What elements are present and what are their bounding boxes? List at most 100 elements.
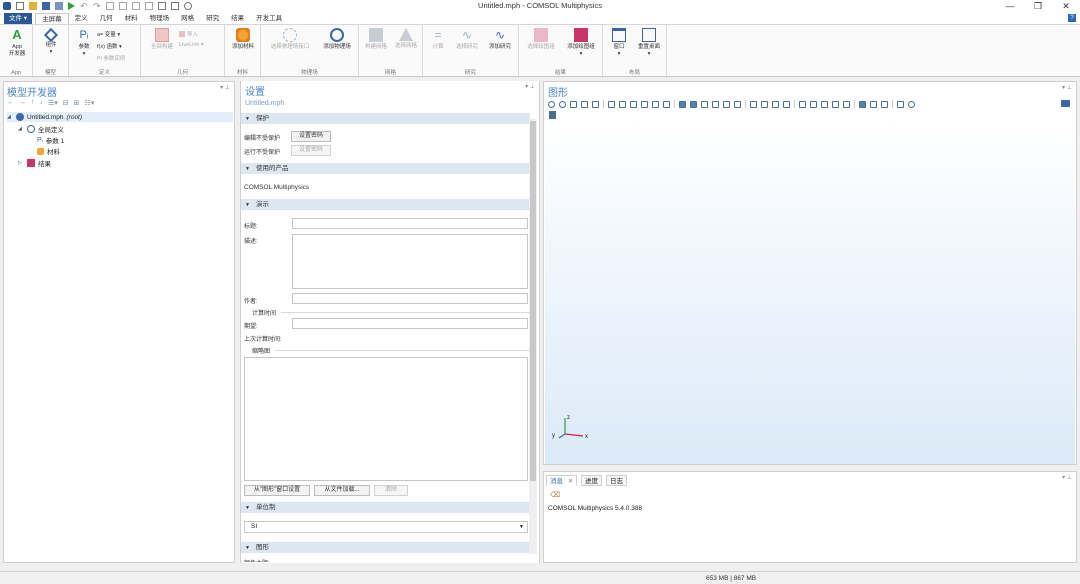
parameters-button[interactable]: Pᵢ 参数 ▾ — [73, 28, 95, 57]
select-boundary-icon[interactable] — [690, 100, 697, 108]
tab-file[interactable]: 文件 ▾ — [4, 13, 33, 24]
tree-item-parameters[interactable]: Pᵢ 参数 1 — [37, 135, 64, 146]
color-icon[interactable] — [897, 100, 904, 108]
tab-log[interactable]: 日志 — [606, 475, 627, 486]
section-products[interactable]: ▼ 使用的产品 — [241, 163, 530, 174]
select-all-icon[interactable] — [723, 100, 730, 108]
add-material-button[interactable]: 添加材料 — [227, 28, 259, 51]
view-xy-icon[interactable] — [619, 100, 626, 108]
lighting-icon[interactable] — [870, 100, 877, 108]
save-icon[interactable] — [42, 2, 50, 10]
camera-settings-icon[interactable] — [881, 100, 888, 108]
report-icon[interactable] — [171, 2, 179, 10]
view-zx-icon[interactable] — [641, 100, 648, 108]
zoom-icon[interactable] — [184, 2, 192, 10]
scene-light-icon[interactable] — [859, 100, 866, 108]
render-icon[interactable] — [810, 100, 817, 108]
reset-view-icon[interactable] — [663, 100, 670, 108]
collapse-icon[interactable]: ⊟ — [63, 99, 69, 107]
zoom-in-icon[interactable] — [548, 100, 555, 108]
wireframe-icon[interactable] — [783, 100, 790, 108]
component-button[interactable]: 组件 ▾ — [37, 27, 65, 55]
expected-time-input[interactable] — [292, 318, 528, 329]
add-study-button[interactable]: ∿ 添加研究 — [484, 28, 516, 51]
tab-results[interactable]: 结果 — [225, 13, 250, 24]
tree-item-materials[interactable]: 材料 — [37, 146, 60, 156]
reset-desktop-button[interactable]: 重置桌面 ▾ — [633, 28, 665, 57]
select-mesh-button[interactable]: 选择网格 — [392, 28, 420, 50]
section-protection[interactable]: ▼ 保护 — [241, 113, 530, 124]
tree-view-icon[interactable]: ☷▾ — [85, 99, 95, 107]
tree-item-global-definitions[interactable]: ◢ 全局定义 — [18, 124, 64, 134]
zoom-selected-icon[interactable] — [581, 100, 588, 108]
section-graphics[interactable]: ▼ 图形 — [241, 542, 530, 553]
settings-scrollbar[interactable] — [529, 119, 537, 554]
link-icon[interactable] — [799, 100, 806, 108]
import-button[interactable]: 导入 — [179, 30, 198, 38]
pin-icon[interactable]: ▾ ⊥ — [220, 84, 230, 91]
pin-icon[interactable]: ▾ ⊥ — [1062, 474, 1072, 481]
tab-materials[interactable]: 材料 — [119, 13, 144, 24]
tab-home[interactable]: 主屏幕 — [35, 13, 69, 24]
minimize-button[interactable]: — — [996, 0, 1024, 12]
transparency-icon[interactable] — [772, 100, 779, 108]
set-edit-password-button[interactable]: 设置密码 — [291, 131, 331, 142]
scrollbar-thumb[interactable] — [530, 121, 536, 481]
select-physics-interface-button[interactable]: 选择物理场接口 — [265, 28, 315, 51]
print-icon[interactable] — [549, 111, 556, 119]
maximize-button[interactable]: ❐ — [1024, 0, 1052, 12]
tab-mesh[interactable]: 网格 — [175, 13, 200, 24]
build-mesh-button[interactable]: 构建网格 — [362, 28, 390, 51]
hide-icon[interactable] — [750, 100, 757, 108]
run-icon[interactable] — [68, 2, 75, 10]
labels-icon[interactable] — [832, 100, 839, 108]
new-file-icon[interactable] — [16, 2, 24, 10]
save-as-icon[interactable] — [55, 2, 63, 10]
clear-messages-icon[interactable]: ⌫ — [550, 491, 560, 499]
load-from-file-button[interactable]: 从文件加载... — [314, 485, 370, 496]
copy-icon[interactable] — [106, 2, 114, 10]
close-button[interactable]: ✕ — [1052, 0, 1080, 12]
expand-arrow-icon[interactable]: ▷ — [18, 160, 24, 166]
build-all-button[interactable]: 全部构建 — [145, 28, 179, 51]
select-plot-group-button[interactable]: 选择绘图组 — [522, 28, 560, 51]
help-icon[interactable]: ? — [1068, 14, 1076, 22]
tree-item-results[interactable]: ▷ 结果 — [18, 158, 51, 168]
window-icon[interactable] — [158, 2, 166, 10]
variables-button[interactable]: a= 变量 ▾ — [97, 30, 120, 38]
paste-icon[interactable] — [132, 2, 140, 10]
tab-study[interactable]: 研究 — [200, 13, 225, 24]
show-icon[interactable]: ☰▾ — [48, 99, 58, 107]
down-icon[interactable]: ↓ — [40, 99, 44, 107]
tree-item-root[interactable]: ◢ Untitled.mph (root) — [7, 112, 233, 122]
clear-button[interactable]: 清除 — [374, 485, 408, 496]
windows-button[interactable]: 窗口 ▾ — [606, 28, 632, 57]
tab-physics[interactable]: 物理场 — [144, 13, 176, 24]
compute-button[interactable]: = 计算 — [426, 28, 450, 51]
zoom-extents-icon[interactable] — [592, 100, 599, 108]
axis-orientation-icon[interactable] — [608, 100, 615, 108]
title-input[interactable] — [292, 218, 528, 229]
tab-definitions[interactable]: 定义 — [69, 13, 94, 24]
section-unit-system[interactable]: ▼ 单位制 — [241, 502, 530, 513]
select-study-button[interactable]: ∿ 选择研究 — [452, 28, 482, 51]
show-icon[interactable] — [761, 100, 768, 108]
refresh-icon[interactable] — [843, 100, 850, 108]
screenshot-icon[interactable] — [1061, 100, 1070, 107]
undo-icon[interactable]: ↶ — [80, 2, 88, 11]
redo-icon[interactable]: ↷ — [93, 2, 101, 11]
unit-system-select[interactable]: SI ▼ — [244, 521, 528, 533]
select-domain-icon[interactable] — [679, 100, 686, 108]
duplicate-icon[interactable] — [119, 2, 127, 10]
zoom-box-icon[interactable] — [570, 100, 577, 108]
select-point-icon[interactable] — [712, 100, 719, 108]
expand-icon[interactable]: ⊞ — [74, 99, 80, 107]
pin-icon[interactable]: ▾ ⊥ — [1062, 84, 1072, 91]
livelink-button[interactable]: LiveLink ▾ — [179, 42, 203, 48]
forward-icon[interactable]: → — [19, 99, 26, 107]
grid-icon[interactable] — [821, 100, 828, 108]
select-edge-icon[interactable] — [701, 100, 708, 108]
add-physics-button[interactable]: 添加物理场 — [318, 28, 356, 51]
tab-developer[interactable]: 开发工具 — [250, 13, 288, 24]
open-folder-icon[interactable] — [29, 2, 37, 10]
